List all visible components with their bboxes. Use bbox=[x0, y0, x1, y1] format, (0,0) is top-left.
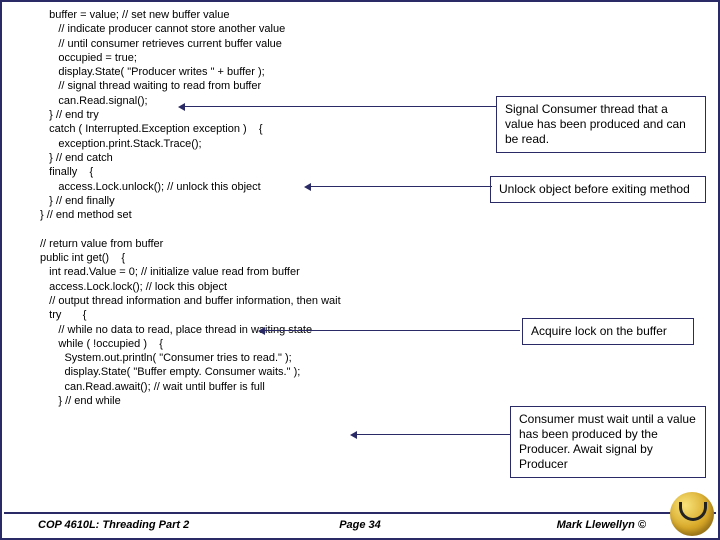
code-line: display.State( "Producer writes " + buff… bbox=[40, 65, 578, 79]
arrow-icon bbox=[264, 330, 520, 331]
code-line: // return value from buffer bbox=[40, 237, 578, 251]
code-line: // indicate producer cannot store anothe… bbox=[40, 22, 578, 36]
code-line: } // end while bbox=[40, 394, 578, 408]
code-line: occupied = true; bbox=[40, 51, 578, 65]
callout-signal-consumer: Signal Consumer thread that a value has … bbox=[496, 96, 706, 153]
code-line: try { bbox=[40, 308, 578, 322]
callout-unlock: Unlock object before exiting method bbox=[490, 176, 706, 203]
callout-consumer-wait: Consumer must wait until a value has bee… bbox=[510, 406, 706, 478]
code-line: // output thread information and buffer … bbox=[40, 294, 578, 308]
arrow-icon bbox=[184, 106, 496, 107]
code-line: public int get() { bbox=[40, 251, 578, 265]
code-block: buffer = value; // set new buffer value … bbox=[40, 8, 578, 408]
callout-acquire-lock: Acquire lock on the buffer bbox=[522, 318, 694, 345]
code-line: } // end catch bbox=[40, 151, 578, 165]
code-line: // until consumer retrieves current buff… bbox=[40, 37, 578, 51]
code-line: display.State( "Buffer empty. Consumer w… bbox=[40, 365, 578, 379]
code-line: can.Read.await(); // wait until buffer i… bbox=[40, 380, 578, 394]
footer: COP 4610L: Threading Part 2 Page 34 Mark… bbox=[4, 512, 716, 536]
footer-author: Mark Llewellyn © bbox=[557, 519, 646, 531]
code-line: } // end method set bbox=[40, 208, 578, 222]
ucf-logo-icon bbox=[670, 492, 714, 536]
slide: buffer = value; // set new buffer value … bbox=[0, 0, 720, 540]
code-line bbox=[40, 222, 578, 236]
footer-title: COP 4610L: Threading Part 2 bbox=[38, 519, 189, 531]
code-line: while ( !occupied ) { bbox=[40, 337, 578, 351]
footer-page: Page 34 bbox=[339, 519, 381, 531]
arrow-icon bbox=[310, 186, 492, 187]
arrow-icon bbox=[356, 434, 510, 435]
code-line: System.out.println( "Consumer tries to r… bbox=[40, 351, 578, 365]
code-line: int read.Value = 0; // initialize value … bbox=[40, 265, 578, 279]
code-line: access.Lock.lock(); // lock this object bbox=[40, 280, 578, 294]
code-line: buffer = value; // set new buffer value bbox=[40, 8, 578, 22]
code-line: // signal thread waiting to read from bu… bbox=[40, 79, 578, 93]
